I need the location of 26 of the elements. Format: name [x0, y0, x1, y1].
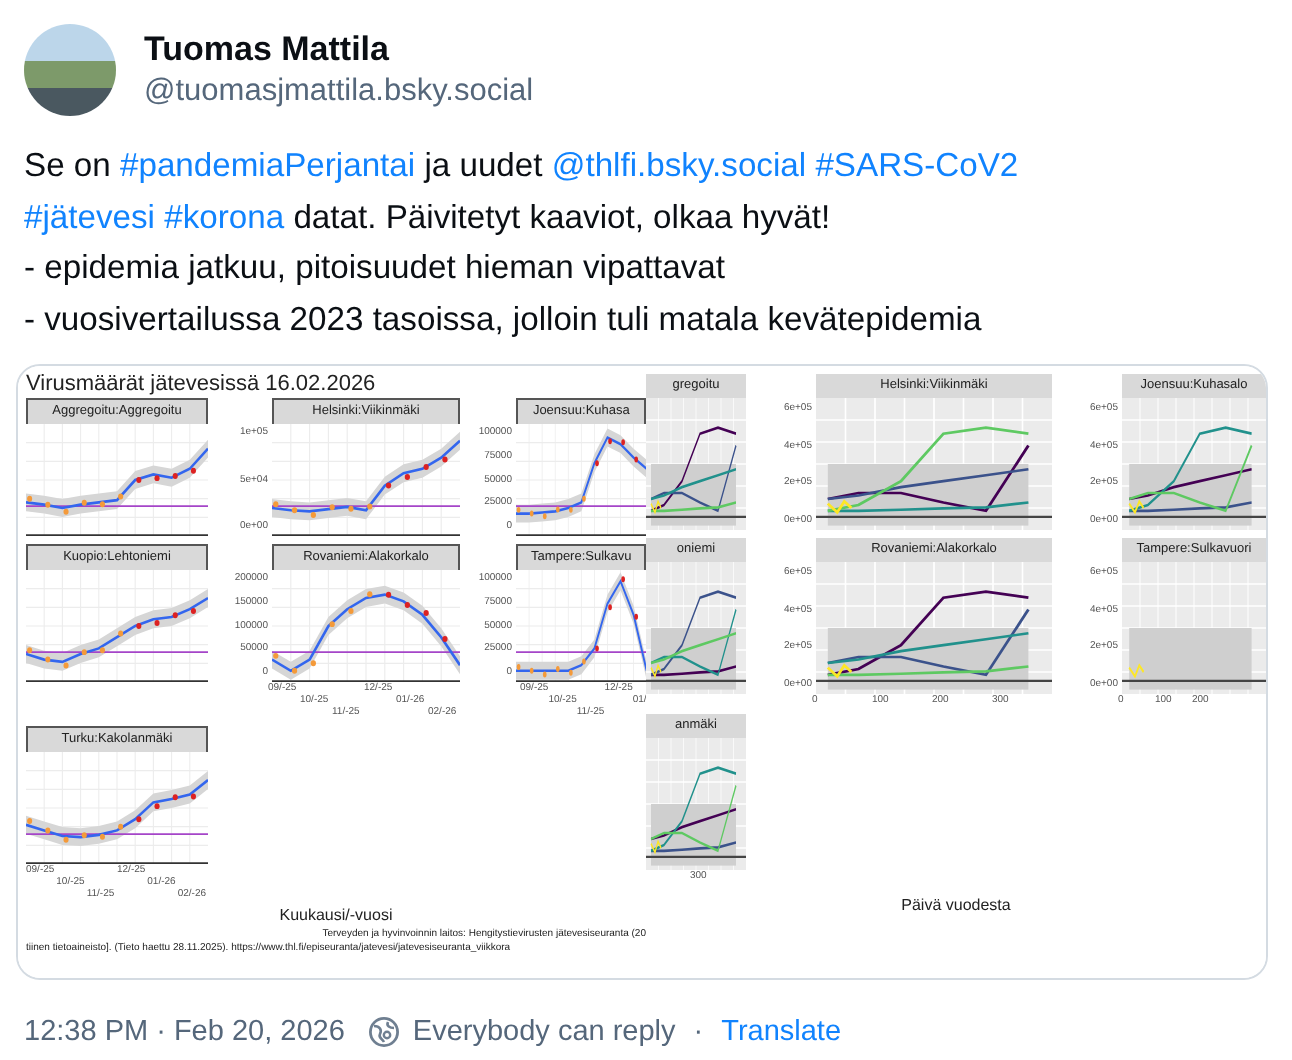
- globe-icon: [368, 1016, 401, 1048]
- hashtag-link[interactable]: #jätevesi: [24, 197, 155, 235]
- post-text: Se on #pandemiaPerjantai ja uudet @thlfi.bsky.social #SARS-CoV2 #jätevesi #korona datat. Päivitetyt kaaviot, olkaa hyvät! - epidemia jatkuu, pitoisuudet hieman vipattavat - vuosivertailussa 2023 tasoissa, jolloin tuli matala kevätepidemia: [24, 144, 1021, 341]
- plot-drawing: [516, 424, 646, 536]
- plot-drawing: [1122, 398, 1266, 530]
- axis-title: Päivä vuodesta: [899, 894, 1013, 918]
- reply-setting: Everybody can reply: [412, 1016, 676, 1048]
- author-handle[interactable]: @tuomasjmattila.bsky.social: [144, 72, 534, 112]
- plot-drawing: [646, 398, 746, 530]
- translate-link[interactable]: Translate: [721, 1016, 842, 1048]
- hashtag-link[interactable]: #korona: [164, 197, 285, 235]
- chart-image[interactable]: [18, 366, 646, 978]
- chart-title: Virusmäärät jätevesissä 16.02.2026: [26, 370, 378, 398]
- plot-drawing: [516, 570, 646, 682]
- separator-dot: ·: [693, 1016, 704, 1048]
- chart-image[interactable]: [646, 366, 1266, 978]
- plot-drawing: [646, 738, 746, 870]
- avatar-photo-placeholder[interactable]: [24, 24, 116, 116]
- axis-title: Kuukausi/-vuosi: [277, 904, 395, 928]
- post-timestamp: 12:38 PM · Feb 20, 2026: [24, 1016, 345, 1048]
- hashtag-link[interactable]: #SARS-CoV2: [815, 146, 1019, 184]
- plot-drawing: [1122, 562, 1266, 694]
- mention-link[interactable]: @thlfi.bsky.social: [551, 146, 807, 184]
- plot-drawing: [646, 562, 746, 694]
- hashtag-link[interactable]: #pandemiaPerjantai: [119, 146, 416, 184]
- author-name[interactable]: Tuomas Mattila: [144, 28, 534, 72]
